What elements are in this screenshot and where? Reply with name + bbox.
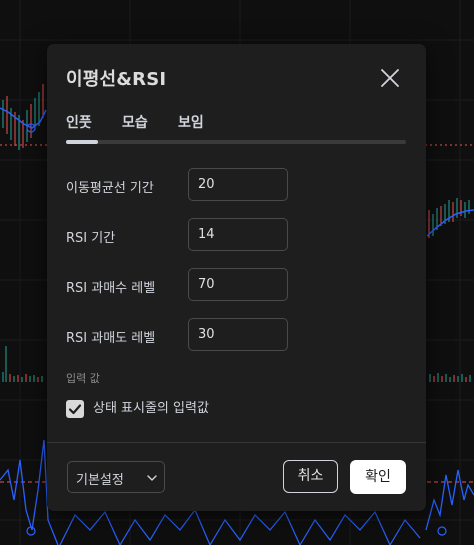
indicator-settings-dialog: 이평선&RSI 인풋 모습 보임 이동평균선 기간 RSI 기간 RSI 과매수… [47,44,426,511]
tab-visibility[interactable]: 보임 [178,112,204,132]
defaults-dropdown-label: 기본설정 [76,473,124,488]
dialog-title: 이평선&RSI [66,69,167,90]
close-button[interactable] [378,66,402,90]
checkmark-icon [68,404,82,415]
chevron-down-icon [147,475,157,481]
rsi-oversold-label: RSI 과매도 레벨 [66,331,156,346]
status-line-inputs-label: 상태 표시줄의 입력값 [93,401,209,416]
tab-style[interactable]: 모습 [122,112,148,132]
close-icon [381,69,399,87]
defaults-dropdown[interactable]: 기본설정 [67,461,165,493]
rsi-overbought-input[interactable] [188,268,288,301]
cancel-button[interactable]: 취소 [283,460,338,493]
rsi-oversold-input[interactable] [188,318,288,351]
input-values-section-label: 입력 값 [66,372,100,385]
ma-period-input[interactable] [188,168,288,201]
tab-track [66,140,406,144]
footer-divider [47,442,426,443]
rsi-period-input[interactable] [188,218,288,251]
rsi-period-label: RSI 기간 [66,231,116,246]
rsi-overbought-label: RSI 과매수 레벨 [66,281,156,296]
status-line-inputs-checkbox[interactable] [66,400,84,418]
ok-button[interactable]: 확인 [350,460,406,494]
ma-period-label: 이동평균선 기간 [66,181,154,196]
active-tab-indicator [66,140,98,144]
tab-inputs[interactable]: 인풋 [66,112,92,132]
